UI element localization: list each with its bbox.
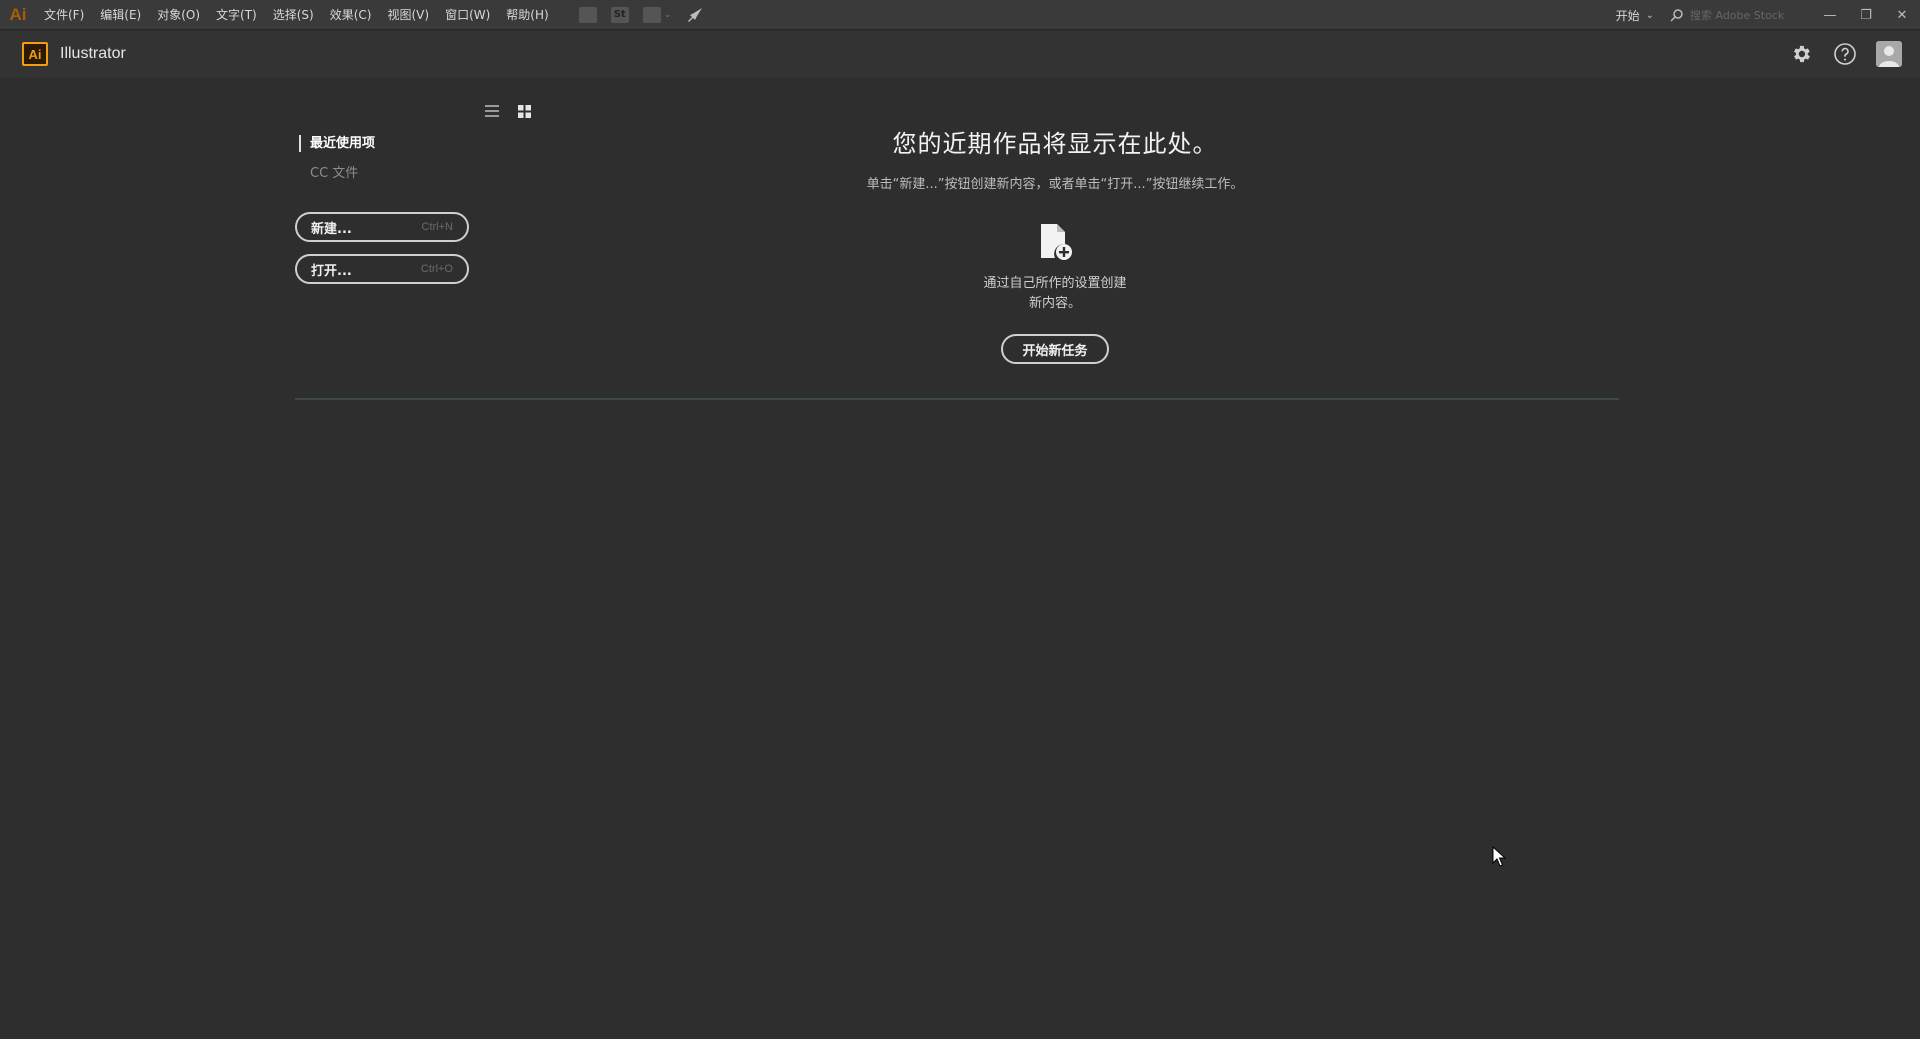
header-actions (1788, 31, 1902, 77)
new-button-label: 新建... (311, 221, 352, 237)
minimize-icon[interactable]: — (1812, 0, 1848, 30)
open-button-shortcut: Ctrl+O (420, 263, 453, 275)
illustrator-logo: Ai (22, 42, 48, 66)
empty-state-title: 您的近期作品将显示在此处。 (892, 130, 1218, 158)
new-button[interactable]: 新建... Ctrl+N (295, 212, 469, 242)
user-avatar-icon[interactable] (1876, 41, 1902, 67)
start-new-button[interactable]: 开始新任务 (1001, 334, 1109, 364)
new-button-shortcut: Ctrl+N (421, 221, 453, 233)
menubar-right: 开始 ⌄ 搜索 Adobe Stock — ❐ ✕ (1606, 0, 1920, 30)
list-view-icon[interactable] (484, 103, 500, 119)
bridge-icon[interactable] (578, 6, 597, 23)
menu-bar: Ai 文件(F) 编辑(E) 对象(O) 文字(T) 选择(S) 效果(C) 视… (0, 0, 1920, 30)
grid-view-icon[interactable] (516, 103, 532, 119)
start-actions: 新建... Ctrl+N 打开... Ctrl+O (295, 212, 469, 296)
gear-icon[interactable] (1788, 41, 1814, 67)
menu-view[interactable]: 视图(V) (379, 0, 437, 30)
start-sidebar-nav: 最近使用项 CC 文件 (296, 134, 375, 184)
arrange-documents-icon[interactable]: ⌄ (642, 6, 671, 23)
menu-type[interactable]: 文字(T) (208, 0, 265, 30)
menu-edit[interactable]: 编辑(E) (92, 0, 149, 30)
mouse-cursor-icon (1492, 846, 1506, 867)
empty-state-description: 通过自己所作的设置创建 新内容。 (800, 274, 1310, 314)
nav-recent[interactable]: 最近使用项 (296, 134, 375, 154)
open-button-label: 打开... (311, 263, 352, 279)
search-icon (1670, 9, 1683, 22)
menu-object[interactable]: 对象(O) (149, 0, 208, 30)
help-icon[interactable] (1832, 41, 1858, 67)
nav-cc-files[interactable]: CC 文件 (296, 164, 375, 184)
description-line-2: 新内容。 (1028, 296, 1081, 311)
menu-effect[interactable]: 效果(C) (322, 0, 380, 30)
gpu-performance-icon[interactable] (685, 6, 705, 24)
restore-icon[interactable]: ❐ (1848, 0, 1884, 30)
section-divider (295, 398, 1619, 400)
stock-search-placeholder: 搜索 Adobe Stock (1690, 9, 1785, 22)
view-toggles (484, 103, 532, 119)
app-header: Ai Illustrator (0, 31, 1920, 77)
menu-select[interactable]: 选择(S) (265, 0, 322, 30)
app-name: Illustrator (60, 45, 126, 62)
open-button[interactable]: 打开... Ctrl+O (295, 254, 469, 284)
chevron-down-icon: ⌄ (1645, 9, 1654, 21)
app-menu-logo[interactable]: Ai (0, 0, 36, 30)
workspace-label: 开始 (1615, 8, 1640, 23)
empty-state: 您的近期作品将显示在此处。 单击“新建...”按钮创建新内容，或者单击“打开..… (800, 124, 1310, 364)
application-bar-tools: St ⌄ (578, 6, 706, 24)
description-line-1: 通过自己所作的设置创建 (983, 276, 1127, 291)
stock-search-field[interactable]: 搜索 Adobe Stock (1664, 4, 1804, 26)
empty-state-subtitle: 单击“新建...”按钮创建新内容，或者单击“打开...”按钮继续工作。 (866, 177, 1244, 192)
close-icon[interactable]: ✕ (1884, 0, 1920, 30)
workspace-switcher[interactable]: 开始 ⌄ (1606, 0, 1664, 30)
menu-window[interactable]: 窗口(W) (437, 0, 498, 30)
new-document-icon[interactable] (1037, 222, 1073, 262)
menu-file[interactable]: 文件(F) (36, 0, 92, 30)
menu-help[interactable]: 帮助(H) (498, 0, 556, 30)
stock-icon[interactable]: St (610, 6, 629, 23)
